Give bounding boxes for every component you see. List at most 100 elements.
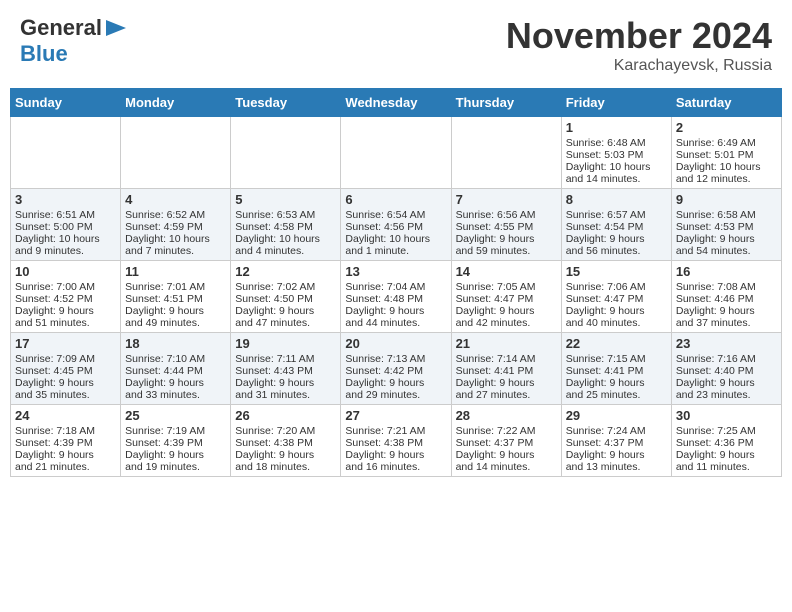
day-number: 23	[676, 336, 777, 351]
day-info: Sunset: 5:03 PM	[566, 149, 667, 161]
location: Karachayevsk, Russia	[506, 57, 772, 75]
day-header-monday: Monday	[121, 89, 231, 117]
day-info: Daylight: 9 hours	[125, 377, 226, 389]
day-info: Sunrise: 7:21 AM	[345, 425, 446, 437]
day-info: Sunrise: 6:54 AM	[345, 209, 446, 221]
day-info: Daylight: 10 hours	[15, 233, 116, 245]
day-info: and 42 minutes.	[456, 317, 557, 329]
day-info: and 47 minutes.	[235, 317, 336, 329]
calendar-cell: 9Sunrise: 6:58 AMSunset: 4:53 PMDaylight…	[671, 189, 781, 261]
day-header-friday: Friday	[561, 89, 671, 117]
day-info: Sunrise: 7:05 AM	[456, 281, 557, 293]
day-info: Sunset: 4:52 PM	[15, 293, 116, 305]
day-number: 19	[235, 336, 336, 351]
day-number: 3	[15, 192, 116, 207]
day-info: Sunrise: 7:01 AM	[125, 281, 226, 293]
day-info: Sunrise: 7:22 AM	[456, 425, 557, 437]
day-info: Sunset: 4:41 PM	[456, 365, 557, 377]
day-number: 2	[676, 120, 777, 135]
calendar-cell: 28Sunrise: 7:22 AMSunset: 4:37 PMDayligh…	[451, 405, 561, 477]
calendar-cell: 27Sunrise: 7:21 AMSunset: 4:38 PMDayligh…	[341, 405, 451, 477]
day-info: and 1 minute.	[345, 245, 446, 257]
day-info: Sunrise: 7:20 AM	[235, 425, 336, 437]
calendar-cell: 13Sunrise: 7:04 AMSunset: 4:48 PMDayligh…	[341, 261, 451, 333]
day-info: Sunset: 4:36 PM	[676, 437, 777, 449]
day-info: and 29 minutes.	[345, 389, 446, 401]
calendar-cell: 19Sunrise: 7:11 AMSunset: 4:43 PMDayligh…	[231, 333, 341, 405]
day-info: and 9 minutes.	[15, 245, 116, 257]
day-info: Sunrise: 7:18 AM	[15, 425, 116, 437]
day-info: Daylight: 9 hours	[235, 377, 336, 389]
day-info: and 13 minutes.	[566, 461, 667, 473]
day-info: and 14 minutes.	[566, 173, 667, 185]
day-info: Sunrise: 7:25 AM	[676, 425, 777, 437]
day-info: Sunset: 4:37 PM	[566, 437, 667, 449]
day-info: Sunrise: 7:10 AM	[125, 353, 226, 365]
logo: General Blue	[20, 15, 128, 67]
day-number: 12	[235, 264, 336, 279]
day-number: 4	[125, 192, 226, 207]
day-info: and 44 minutes.	[345, 317, 446, 329]
calendar-cell: 12Sunrise: 7:02 AMSunset: 4:50 PMDayligh…	[231, 261, 341, 333]
title-block: November 2024 Karachayevsk, Russia	[506, 15, 772, 75]
calendar-cell: 18Sunrise: 7:10 AMSunset: 4:44 PMDayligh…	[121, 333, 231, 405]
day-info: Sunset: 4:41 PM	[566, 365, 667, 377]
day-header-sunday: Sunday	[11, 89, 121, 117]
day-info: Daylight: 9 hours	[235, 305, 336, 317]
day-info: Sunset: 4:47 PM	[566, 293, 667, 305]
day-info: Sunrise: 6:58 AM	[676, 209, 777, 221]
calendar-cell: 24Sunrise: 7:18 AMSunset: 4:39 PMDayligh…	[11, 405, 121, 477]
day-info: and 59 minutes.	[456, 245, 557, 257]
day-info: Sunset: 4:54 PM	[566, 221, 667, 233]
day-info: and 37 minutes.	[676, 317, 777, 329]
logo-general: General	[20, 15, 102, 41]
day-info: Sunset: 4:44 PM	[125, 365, 226, 377]
day-info: and 35 minutes.	[15, 389, 116, 401]
day-info: Daylight: 9 hours	[345, 449, 446, 461]
day-info: Sunrise: 7:19 AM	[125, 425, 226, 437]
day-info: Sunset: 4:45 PM	[15, 365, 116, 377]
day-info: and 27 minutes.	[456, 389, 557, 401]
day-info: Daylight: 9 hours	[566, 449, 667, 461]
calendar-cell: 30Sunrise: 7:25 AMSunset: 4:36 PMDayligh…	[671, 405, 781, 477]
calendar-cell	[341, 117, 451, 189]
day-info: Sunset: 4:48 PM	[345, 293, 446, 305]
day-number: 30	[676, 408, 777, 423]
day-info: Sunset: 4:46 PM	[676, 293, 777, 305]
day-info: and 33 minutes.	[125, 389, 226, 401]
day-info: and 25 minutes.	[566, 389, 667, 401]
calendar-cell	[11, 117, 121, 189]
day-info: Sunrise: 7:02 AM	[235, 281, 336, 293]
day-info: Daylight: 10 hours	[235, 233, 336, 245]
day-info: Sunset: 4:42 PM	[345, 365, 446, 377]
day-info: Daylight: 10 hours	[676, 161, 777, 173]
calendar-cell: 11Sunrise: 7:01 AMSunset: 4:51 PMDayligh…	[121, 261, 231, 333]
day-info: Daylight: 9 hours	[676, 377, 777, 389]
day-number: 20	[345, 336, 446, 351]
calendar-cell	[451, 117, 561, 189]
day-info: Sunset: 5:01 PM	[676, 149, 777, 161]
calendar-cell: 7Sunrise: 6:56 AMSunset: 4:55 PMDaylight…	[451, 189, 561, 261]
month-title: November 2024	[506, 15, 772, 57]
day-info: Daylight: 9 hours	[125, 449, 226, 461]
calendar-cell: 25Sunrise: 7:19 AMSunset: 4:39 PMDayligh…	[121, 405, 231, 477]
day-info: Daylight: 9 hours	[15, 449, 116, 461]
day-info: Sunset: 4:56 PM	[345, 221, 446, 233]
day-info: Sunrise: 6:53 AM	[235, 209, 336, 221]
calendar-cell: 14Sunrise: 7:05 AMSunset: 4:47 PMDayligh…	[451, 261, 561, 333]
calendar-cell: 3Sunrise: 6:51 AMSunset: 5:00 PMDaylight…	[11, 189, 121, 261]
day-info: and 18 minutes.	[235, 461, 336, 473]
calendar-cell: 20Sunrise: 7:13 AMSunset: 4:42 PMDayligh…	[341, 333, 451, 405]
day-number: 24	[15, 408, 116, 423]
day-info: and 11 minutes.	[676, 461, 777, 473]
day-number: 6	[345, 192, 446, 207]
day-info: Daylight: 9 hours	[235, 449, 336, 461]
day-number: 28	[456, 408, 557, 423]
calendar-cell: 17Sunrise: 7:09 AMSunset: 4:45 PMDayligh…	[11, 333, 121, 405]
calendar-cell: 5Sunrise: 6:53 AMSunset: 4:58 PMDaylight…	[231, 189, 341, 261]
calendar-cell: 4Sunrise: 6:52 AMSunset: 4:59 PMDaylight…	[121, 189, 231, 261]
calendar-cell: 16Sunrise: 7:08 AMSunset: 4:46 PMDayligh…	[671, 261, 781, 333]
day-number: 27	[345, 408, 446, 423]
day-number: 13	[345, 264, 446, 279]
day-info: Sunrise: 6:57 AM	[566, 209, 667, 221]
